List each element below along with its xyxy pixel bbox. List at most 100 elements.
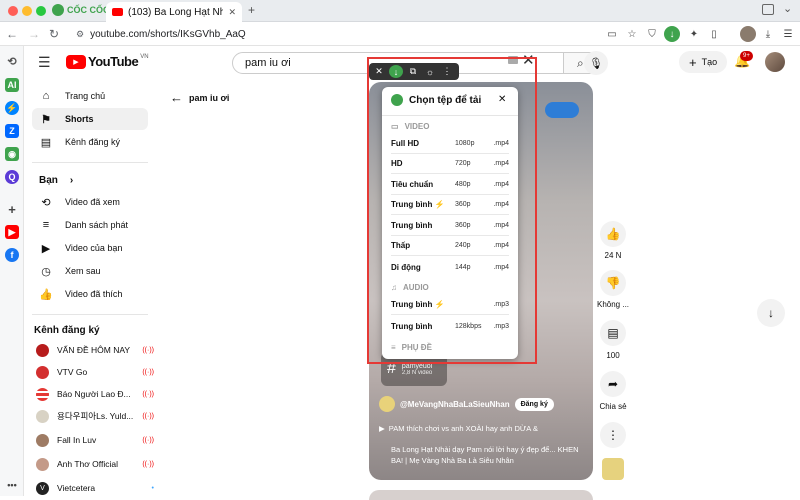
profile-avatar[interactable] <box>740 26 756 42</box>
thumbs-down-icon: 👎 <box>605 276 621 290</box>
extensions-puzzle-icon[interactable]: ✦ <box>686 26 702 42</box>
more-options-icon[interactable]: ••• <box>5 478 19 492</box>
more-actions-button[interactable]: ⋮ <box>600 422 626 448</box>
maximize-window-button[interactable] <box>36 6 46 16</box>
subscription-item[interactable]: 용다우피아Ls. Yuld... ((·)) <box>36 407 154 425</box>
like-button[interactable]: 👍 <box>600 221 626 247</box>
sidebar-item-playlists[interactable]: ≡ Danh sách phát <box>32 214 148 236</box>
playlist-icon: ≡ <box>42 219 50 231</box>
new-content-dot-icon: • <box>151 484 154 492</box>
subscription-item[interactable]: Báo Người Lao Đ... ((·)) <box>36 385 154 403</box>
account-avatar[interactable] <box>765 52 785 72</box>
reload-icon[interactable]: ↻ <box>46 26 62 42</box>
music-line[interactable]: ▶ PAM thích chơi vs anh XOÀI hay anh DỪA… <box>379 424 538 433</box>
highlight-annotation-box <box>367 57 537 364</box>
ai-chat-icon[interactable]: AI <box>5 78 19 92</box>
channel-avatar <box>36 365 49 379</box>
dislike-label: Không ... <box>596 300 630 309</box>
sound-thumbnail[interactable] <box>602 458 624 480</box>
subscription-item[interactable]: VẤN ĐỀ HÔM NAY ((·)) <box>36 341 154 359</box>
sidebar-item-watch-later[interactable]: ◷ Xem sau <box>32 260 148 282</box>
channel-avatar[interactable] <box>379 396 395 412</box>
tab-search-icon[interactable] <box>762 4 774 15</box>
zalo-icon[interactable]: Z <box>5 124 19 138</box>
live-indicator-icon: ((·)) <box>142 368 154 376</box>
channel-avatar <box>36 387 49 401</box>
bookmark-star-icon[interactable]: ☆ <box>624 26 640 42</box>
search-icon: ⌕ <box>577 56 584 70</box>
browser-side-rail: ⟲ AI ⚡ Z ◉ Q + ▶ f ••• <box>0 46 24 496</box>
channel-avatar <box>36 457 49 471</box>
subscription-item[interactable]: VTV Go ((·)) <box>36 363 154 381</box>
download-icon[interactable]: ⤓ <box>760 26 776 42</box>
dislike-button[interactable]: 👎 <box>600 270 626 296</box>
channel-avatar <box>36 343 49 357</box>
shorts-icon: ⚑ <box>41 113 51 126</box>
sidebar-item-your-videos[interactable]: ▶ Video của bạn <box>32 237 148 259</box>
forward-arrow-icon[interactable]: → <box>26 26 42 42</box>
youtube-logo[interactable]: ▶ YouTube VN <box>66 54 149 69</box>
channel-avatar <box>36 433 49 447</box>
download-extension-icon[interactable]: ↓ <box>664 26 680 42</box>
create-button[interactable]: + Tạo <box>679 51 728 73</box>
sidebar-item-home[interactable]: ⌂ Trang chủ <box>32 85 148 107</box>
back-to-search-button[interactable]: ← pam iu ơi <box>170 90 229 105</box>
comment-icon: ▤ <box>607 326 619 340</box>
like-count: 24 N <box>604 251 622 260</box>
coccoc-icon <box>52 4 64 16</box>
sidebar-you-header[interactable]: Bạn › <box>32 169 148 191</box>
subscription-item[interactable]: Anh Thơ Official ((·)) <box>36 455 154 473</box>
back-arrow-icon[interactable]: ← <box>4 26 20 42</box>
notification-badge: 9+ <box>740 51 753 61</box>
youtube-side-icon[interactable]: ▶ <box>5 225 19 239</box>
share-button[interactable]: ➦ <box>600 371 626 397</box>
address-bar[interactable]: ⚙ youtube.com/shorts/IKsGVhb_AaQ <box>70 25 590 43</box>
history-icon[interactable]: ⟲ <box>5 54 19 68</box>
sidebar-item-shorts[interactable]: ⚑ Shorts <box>32 108 148 130</box>
close-window-button[interactable] <box>8 6 18 16</box>
back-arrow-icon: ← <box>170 90 183 105</box>
microphone-icon[interactable]: 🎙 <box>584 51 608 75</box>
comments-button[interactable]: ▤ <box>600 320 626 346</box>
chevron-right-icon: › <box>69 174 74 186</box>
coccoc-logo[interactable]: CỐC CỐC <box>52 4 110 16</box>
close-tab-icon[interactable]: ✕ <box>228 7 236 18</box>
sidebar-divider <box>32 162 148 163</box>
sidebar-toggle-icon[interactable]: ▯ <box>706 26 722 42</box>
subscription-item[interactable]: Fall In Luv ((·)) <box>36 431 154 449</box>
clock-icon: ◷ <box>41 265 51 278</box>
new-tab-button[interactable]: + <box>248 3 255 17</box>
live-indicator-icon: ((·)) <box>142 412 154 420</box>
facebook-icon[interactable]: f <box>5 248 19 262</box>
hamburger-menu-icon[interactable]: ☰ <box>38 54 51 71</box>
subscribe-button[interactable]: Đăng ký <box>514 397 554 411</box>
next-short-button[interactable]: ↓ <box>757 299 785 327</box>
channel-name[interactable]: @MeVangNhaBaLaSieuNhan <box>400 400 510 409</box>
subscription-item[interactable]: V Vietcetera • <box>36 479 154 497</box>
live-indicator-icon: ((·)) <box>142 436 154 444</box>
your-videos-icon: ▶ <box>41 242 51 255</box>
live-indicator-icon: ((·)) <box>142 460 154 468</box>
youtube-play-icon: ▶ <box>66 54 86 69</box>
add-panel-icon[interactable]: + <box>5 202 19 217</box>
site-info-icon[interactable]: ⚙ <box>76 29 84 40</box>
screen-cast-icon[interactable]: ▭ <box>604 26 620 42</box>
sidebar-item-history[interactable]: ⟲ Video đã xem <box>32 191 148 213</box>
live-indicator-icon: ((·)) <box>142 346 154 354</box>
sidebar-item-liked-videos[interactable]: 👍 Video đã thích <box>32 283 148 305</box>
game-controller-icon[interactable]: ◉ <box>5 147 19 161</box>
channel-row: @MeVangNhaBaLaSieuNhan Đăng ký <box>379 396 554 412</box>
window-menu-chevron-icon[interactable]: ⌄ <box>783 2 792 15</box>
minimize-window-button[interactable] <box>22 6 32 16</box>
sidebar-item-subscriptions[interactable]: ▤ Kênh đăng ký <box>32 131 148 153</box>
play-icon: ▶ <box>379 424 385 433</box>
shield-icon[interactable]: ⛉ <box>644 26 660 42</box>
subscriptions-icon: ▤ <box>40 136 52 149</box>
browser-titlebar: CỐC CỐC (103) Ba Long Hạt Nhài dạy ✕ + ⌄ <box>0 0 800 22</box>
youtube-favicon-icon <box>112 8 123 16</box>
browser-tab-active[interactable]: (103) Ba Long Hạt Nhài dạy ✕ <box>106 2 242 22</box>
next-short-preview[interactable] <box>369 490 593 500</box>
messenger-icon[interactable]: ⚡ <box>5 101 19 115</box>
search-app-icon[interactable]: Q <box>5 170 19 184</box>
browser-menu-icon[interactable]: ☰ <box>780 26 796 42</box>
